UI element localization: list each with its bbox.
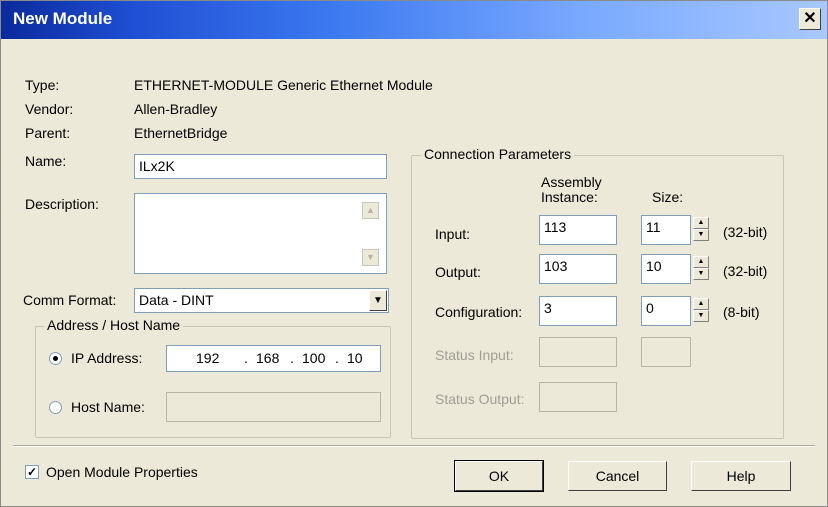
input-unit: (32-bit) (723, 224, 768, 240)
input-label: Input: (435, 226, 471, 242)
comm-format-select[interactable]: Data - DINT ▼ (134, 288, 389, 313)
output-instance-value: 103 (544, 258, 568, 274)
configuration-unit: (8-bit) (723, 304, 760, 320)
status-output-label: Status Output: (435, 391, 525, 407)
ip-dot: . (290, 350, 294, 366)
ip-address-field[interactable]: 192 . 168 . 100 . 10 (166, 345, 381, 372)
close-icon: ✕ (803, 10, 817, 27)
output-unit: (32-bit) (723, 263, 768, 279)
configuration-instance-value: 3 (544, 300, 552, 316)
help-button[interactable]: Help (691, 461, 791, 491)
scroll-up-icon[interactable]: ▲ (362, 202, 379, 219)
spin-up-icon[interactable]: ▲ (693, 298, 709, 310)
parent-value: EthernetBridge (134, 125, 228, 141)
divider (13, 445, 815, 447)
spin-up-icon[interactable]: ▲ (693, 217, 709, 229)
description-textarea[interactable]: ▲ ▼ (134, 193, 387, 274)
ip-dot: . (244, 350, 248, 366)
host-name-label: Host Name: (71, 399, 145, 415)
assembly-header: Assembly (541, 174, 602, 190)
input-instance-value: 113 (544, 219, 567, 235)
close-button[interactable]: ✕ (799, 8, 821, 30)
description-label: Description: (25, 196, 99, 212)
configuration-label: Configuration: (435, 304, 523, 320)
vendor-value: Allen-Bradley (134, 101, 218, 117)
spin-down-icon[interactable]: ▼ (693, 268, 709, 280)
spin-up-icon[interactable]: ▲ (693, 256, 709, 268)
instance-header: Instance: (541, 189, 598, 205)
configuration-size-spinner[interactable]: ▲ ▼ (693, 298, 709, 322)
configuration-instance-field[interactable]: 3 (539, 296, 617, 326)
ip-dot: . (335, 350, 339, 366)
ip-octet: 100 (302, 350, 326, 366)
checkmark-icon: ✓ (26, 465, 38, 479)
size-header: Size: (652, 189, 684, 205)
new-module-dialog: New Module ✕ Type: ETHERNET-MODULE Gener… (0, 0, 828, 507)
spin-down-icon[interactable]: ▼ (693, 310, 709, 322)
comm-format-label: Comm Format: (23, 292, 117, 308)
radio-selected-dot (53, 356, 58, 361)
input-instance-field[interactable]: 113 (539, 215, 617, 245)
open-module-properties-checkbox[interactable]: ✓ (25, 465, 39, 479)
cancel-button[interactable]: Cancel (568, 461, 667, 491)
status-input-label: Status Input: (435, 347, 514, 363)
input-size-value: 11 (646, 219, 661, 235)
status-input-instance-field[interactable] (539, 337, 617, 367)
ip-address-radio[interactable] (49, 352, 62, 365)
chevron-down-icon[interactable]: ▼ (369, 290, 387, 311)
status-input-size-field[interactable] (641, 337, 691, 367)
output-size-field[interactable]: 10 (641, 254, 691, 284)
output-label: Output: (435, 264, 481, 280)
configuration-size-value: 0 (646, 300, 654, 316)
input-size-spinner[interactable]: ▲ ▼ (693, 217, 709, 241)
title-bar: New Module ✕ (1, 1, 827, 39)
ok-button[interactable]: OK (454, 460, 544, 492)
host-name-radio[interactable] (49, 401, 62, 414)
open-module-properties-label: Open Module Properties (46, 464, 198, 480)
ip-octet: 10 (347, 350, 363, 366)
input-size-field[interactable]: 11 (641, 215, 691, 245)
vendor-label: Vendor: (25, 101, 74, 117)
configuration-size-field[interactable]: 0 (641, 296, 691, 326)
type-value: ETHERNET-MODULE Generic Ethernet Module (134, 77, 433, 93)
output-size-value: 10 (646, 258, 662, 274)
host-name-field[interactable] (166, 392, 381, 422)
parent-label: Parent: (25, 125, 71, 141)
ip-octet: 192 (196, 350, 220, 366)
type-label: Type: (25, 77, 60, 93)
connection-group-title: Connection Parameters (421, 146, 575, 162)
status-output-instance-field[interactable] (539, 382, 617, 412)
scroll-down-icon[interactable]: ▼ (362, 249, 379, 266)
spin-down-icon[interactable]: ▼ (693, 229, 709, 241)
ip-octet: 168 (256, 350, 280, 366)
name-input-value: ILx2K (139, 158, 175, 174)
window-title: New Module (13, 9, 113, 28)
address-group-title: Address / Host Name (44, 317, 184, 333)
output-instance-field[interactable]: 103 (539, 254, 617, 284)
ip-address-label: IP Address: (71, 350, 143, 366)
name-input[interactable]: ILx2K (134, 154, 387, 179)
output-size-spinner[interactable]: ▲ ▼ (693, 256, 709, 280)
name-label: Name: (25, 153, 67, 169)
comm-format-value: Data - DINT (139, 292, 214, 308)
